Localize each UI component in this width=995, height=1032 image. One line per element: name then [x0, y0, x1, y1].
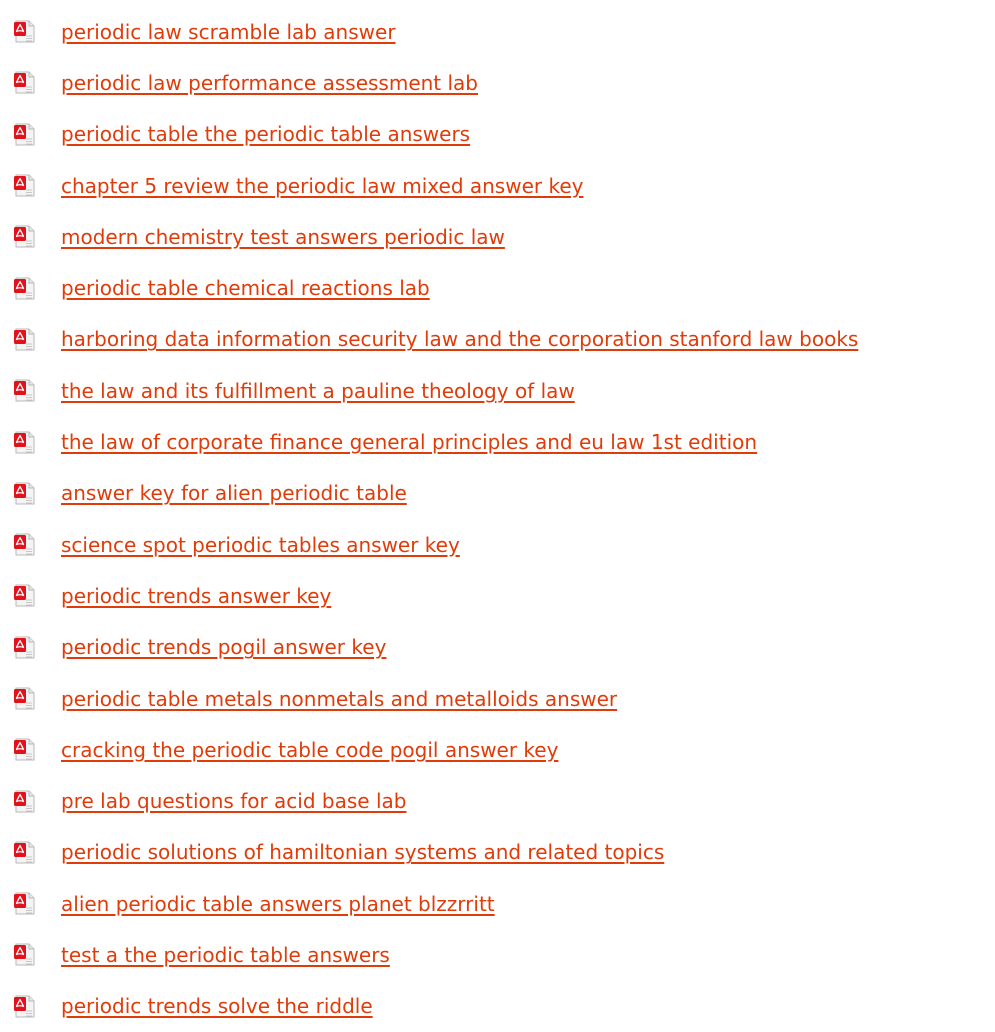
- list-item: alien periodic table answers planet blzz…: [10, 878, 995, 929]
- pdf-file-icon: [14, 379, 36, 402]
- pdf-file-icon: [14, 584, 36, 607]
- pdf-file-icon: [14, 841, 36, 864]
- pdf-link[interactable]: periodic trends answer key: [61, 583, 331, 609]
- pdf-link[interactable]: answer key for alien periodic table: [61, 480, 407, 506]
- pdf-file-icon: [14, 687, 36, 710]
- list-item: periodic law scramble lab answer: [10, 6, 995, 57]
- pdf-file-icon: [14, 71, 36, 94]
- pdf-link[interactable]: chapter 5 review the periodic law mixed …: [61, 173, 583, 199]
- pdf-file-icon: [14, 123, 36, 146]
- pdf-link[interactable]: periodic law scramble lab answer: [61, 19, 396, 45]
- pdf-file-icon: [14, 738, 36, 761]
- pdf-link[interactable]: cracking the periodic table code pogil a…: [61, 737, 558, 763]
- pdf-file-icon: [14, 636, 36, 659]
- pdf-file-icon: [14, 431, 36, 454]
- pdf-link[interactable]: pre lab questions for acid base lab: [61, 788, 406, 814]
- pdf-link[interactable]: the law of corporate finance general pri…: [61, 429, 757, 455]
- list-item: harboring data information security law …: [10, 314, 995, 365]
- list-item: periodic trends pogil answer key: [10, 622, 995, 673]
- list-item: periodic table the periodic table answer…: [10, 109, 995, 160]
- pdf-link[interactable]: harboring data information security law …: [61, 326, 858, 352]
- list-item: periodic solutions of hamiltonian system…: [10, 827, 995, 878]
- list-item: the law and its fulfillment a pauline th…: [10, 365, 995, 416]
- pdf-file-icon: [14, 533, 36, 556]
- pdf-link[interactable]: periodic table metals nonmetals and meta…: [61, 686, 617, 712]
- pdf-file-icon: [14, 20, 36, 43]
- pdf-link-list: periodic law scramble lab answer periodi…: [10, 6, 995, 1032]
- list-item: periodic table chemical reactions lab: [10, 262, 995, 313]
- pdf-link[interactable]: the law and its fulfillment a pauline th…: [61, 378, 575, 404]
- list-item: answer key for alien periodic table: [10, 468, 995, 519]
- pdf-link[interactable]: alien periodic table answers planet blzz…: [61, 891, 495, 917]
- list-item: cracking the periodic table code pogil a…: [10, 724, 995, 775]
- list-item: chapter 5 review the periodic law mixed …: [10, 160, 995, 211]
- pdf-link[interactable]: science spot periodic tables answer key: [61, 532, 460, 558]
- pdf-link[interactable]: periodic table chemical reactions lab: [61, 275, 430, 301]
- pdf-link[interactable]: periodic trends pogil answer key: [61, 634, 386, 660]
- pdf-link[interactable]: periodic solutions of hamiltonian system…: [61, 839, 664, 865]
- list-item: periodic law performance assessment lab: [10, 57, 995, 108]
- pdf-file-icon: [14, 174, 36, 197]
- pdf-link[interactable]: test a the periodic table answers: [61, 942, 390, 968]
- pdf-link[interactable]: periodic table the periodic table answer…: [61, 121, 470, 147]
- list-item: pre lab questions for acid base lab: [10, 775, 995, 826]
- list-item: test a the periodic table answers: [10, 929, 995, 980]
- pdf-link[interactable]: modern chemistry test answers periodic l…: [61, 224, 505, 250]
- pdf-file-icon: [14, 892, 36, 915]
- list-item: periodic trends solve the riddle: [10, 981, 995, 1032]
- list-item: modern chemistry test answers periodic l…: [10, 211, 995, 262]
- pdf-link[interactable]: periodic law performance assessment lab: [61, 70, 478, 96]
- pdf-file-icon: [14, 482, 36, 505]
- pdf-link[interactable]: periodic trends solve the riddle: [61, 993, 373, 1019]
- pdf-file-icon: [14, 225, 36, 248]
- list-item: periodic table metals nonmetals and meta…: [10, 673, 995, 724]
- pdf-file-icon: [14, 943, 36, 966]
- pdf-file-icon: [14, 277, 36, 300]
- list-item: the law of corporate finance general pri…: [10, 416, 995, 467]
- pdf-file-icon: [14, 790, 36, 813]
- pdf-file-icon: [14, 995, 36, 1018]
- pdf-file-icon: [14, 328, 36, 351]
- list-item: science spot periodic tables answer key: [10, 519, 995, 570]
- list-item: periodic trends answer key: [10, 570, 995, 621]
